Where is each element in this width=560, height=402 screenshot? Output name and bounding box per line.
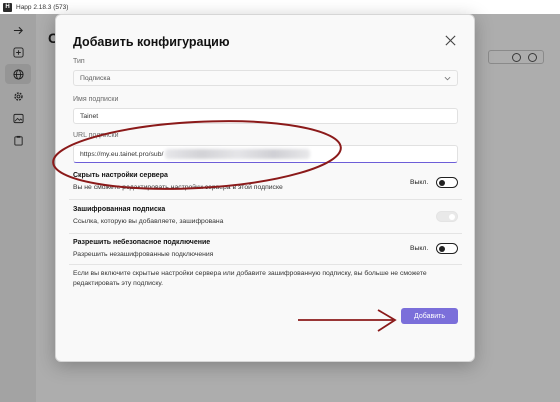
hide-server-settings-title: Скрыть настройки сервера xyxy=(73,172,168,179)
allow-insecure-title: Разрешить небезопасное подключение xyxy=(73,239,211,246)
app-logo-icon: H xyxy=(3,2,12,12)
hide-server-settings-toggle[interactable] xyxy=(436,177,458,188)
url-label: URL подписки xyxy=(73,132,119,139)
allow-insecure-desc: Разрешить незашифрованные подключения xyxy=(73,251,214,258)
name-label: Имя подписки xyxy=(73,96,119,103)
url-input-value: https://my.eu.tainet.pro/sub/ xyxy=(80,150,164,158)
close-icon[interactable] xyxy=(442,32,458,48)
encrypted-subscription-toggle[interactable] xyxy=(436,211,458,222)
type-select-value: Подписка xyxy=(80,74,111,82)
add-configuration-dialog: Добавить конфигурацию Тип Подписка Имя п… xyxy=(55,14,475,362)
window-title: Happ 2.18.3 (573) xyxy=(16,3,69,11)
encrypted-subscription-title: Зашифрованная подписка xyxy=(73,206,166,213)
redacted-blur xyxy=(165,149,311,159)
allow-insecure-state: Выкл. xyxy=(410,245,429,252)
title-bar: H Happ 2.18.3 (573) xyxy=(0,0,560,14)
type-select[interactable]: Подписка xyxy=(73,70,458,86)
chevron-down-icon xyxy=(444,76,451,81)
dialog-title: Добавить конфигурацию xyxy=(73,35,230,49)
hide-server-settings-state: Выкл. xyxy=(410,179,429,186)
name-input[interactable]: Tainet xyxy=(73,108,458,124)
divider xyxy=(69,233,462,234)
hide-server-settings-desc: Вы не сможете редактировать настройки се… xyxy=(73,184,283,191)
add-button[interactable]: Добавить xyxy=(401,308,458,324)
name-input-value: Tainet xyxy=(80,112,99,120)
divider xyxy=(69,199,462,200)
encrypted-subscription-desc: Ссылка, которую вы добавляете, зашифрова… xyxy=(73,218,224,225)
allow-insecure-toggle[interactable] xyxy=(436,243,458,254)
type-label: Тип xyxy=(73,58,85,65)
warning-note: Если вы включите скрытые настройки серве… xyxy=(73,270,427,287)
url-input[interactable]: https://my.eu.tainet.pro/sub/ xyxy=(73,145,458,163)
divider xyxy=(69,264,462,265)
